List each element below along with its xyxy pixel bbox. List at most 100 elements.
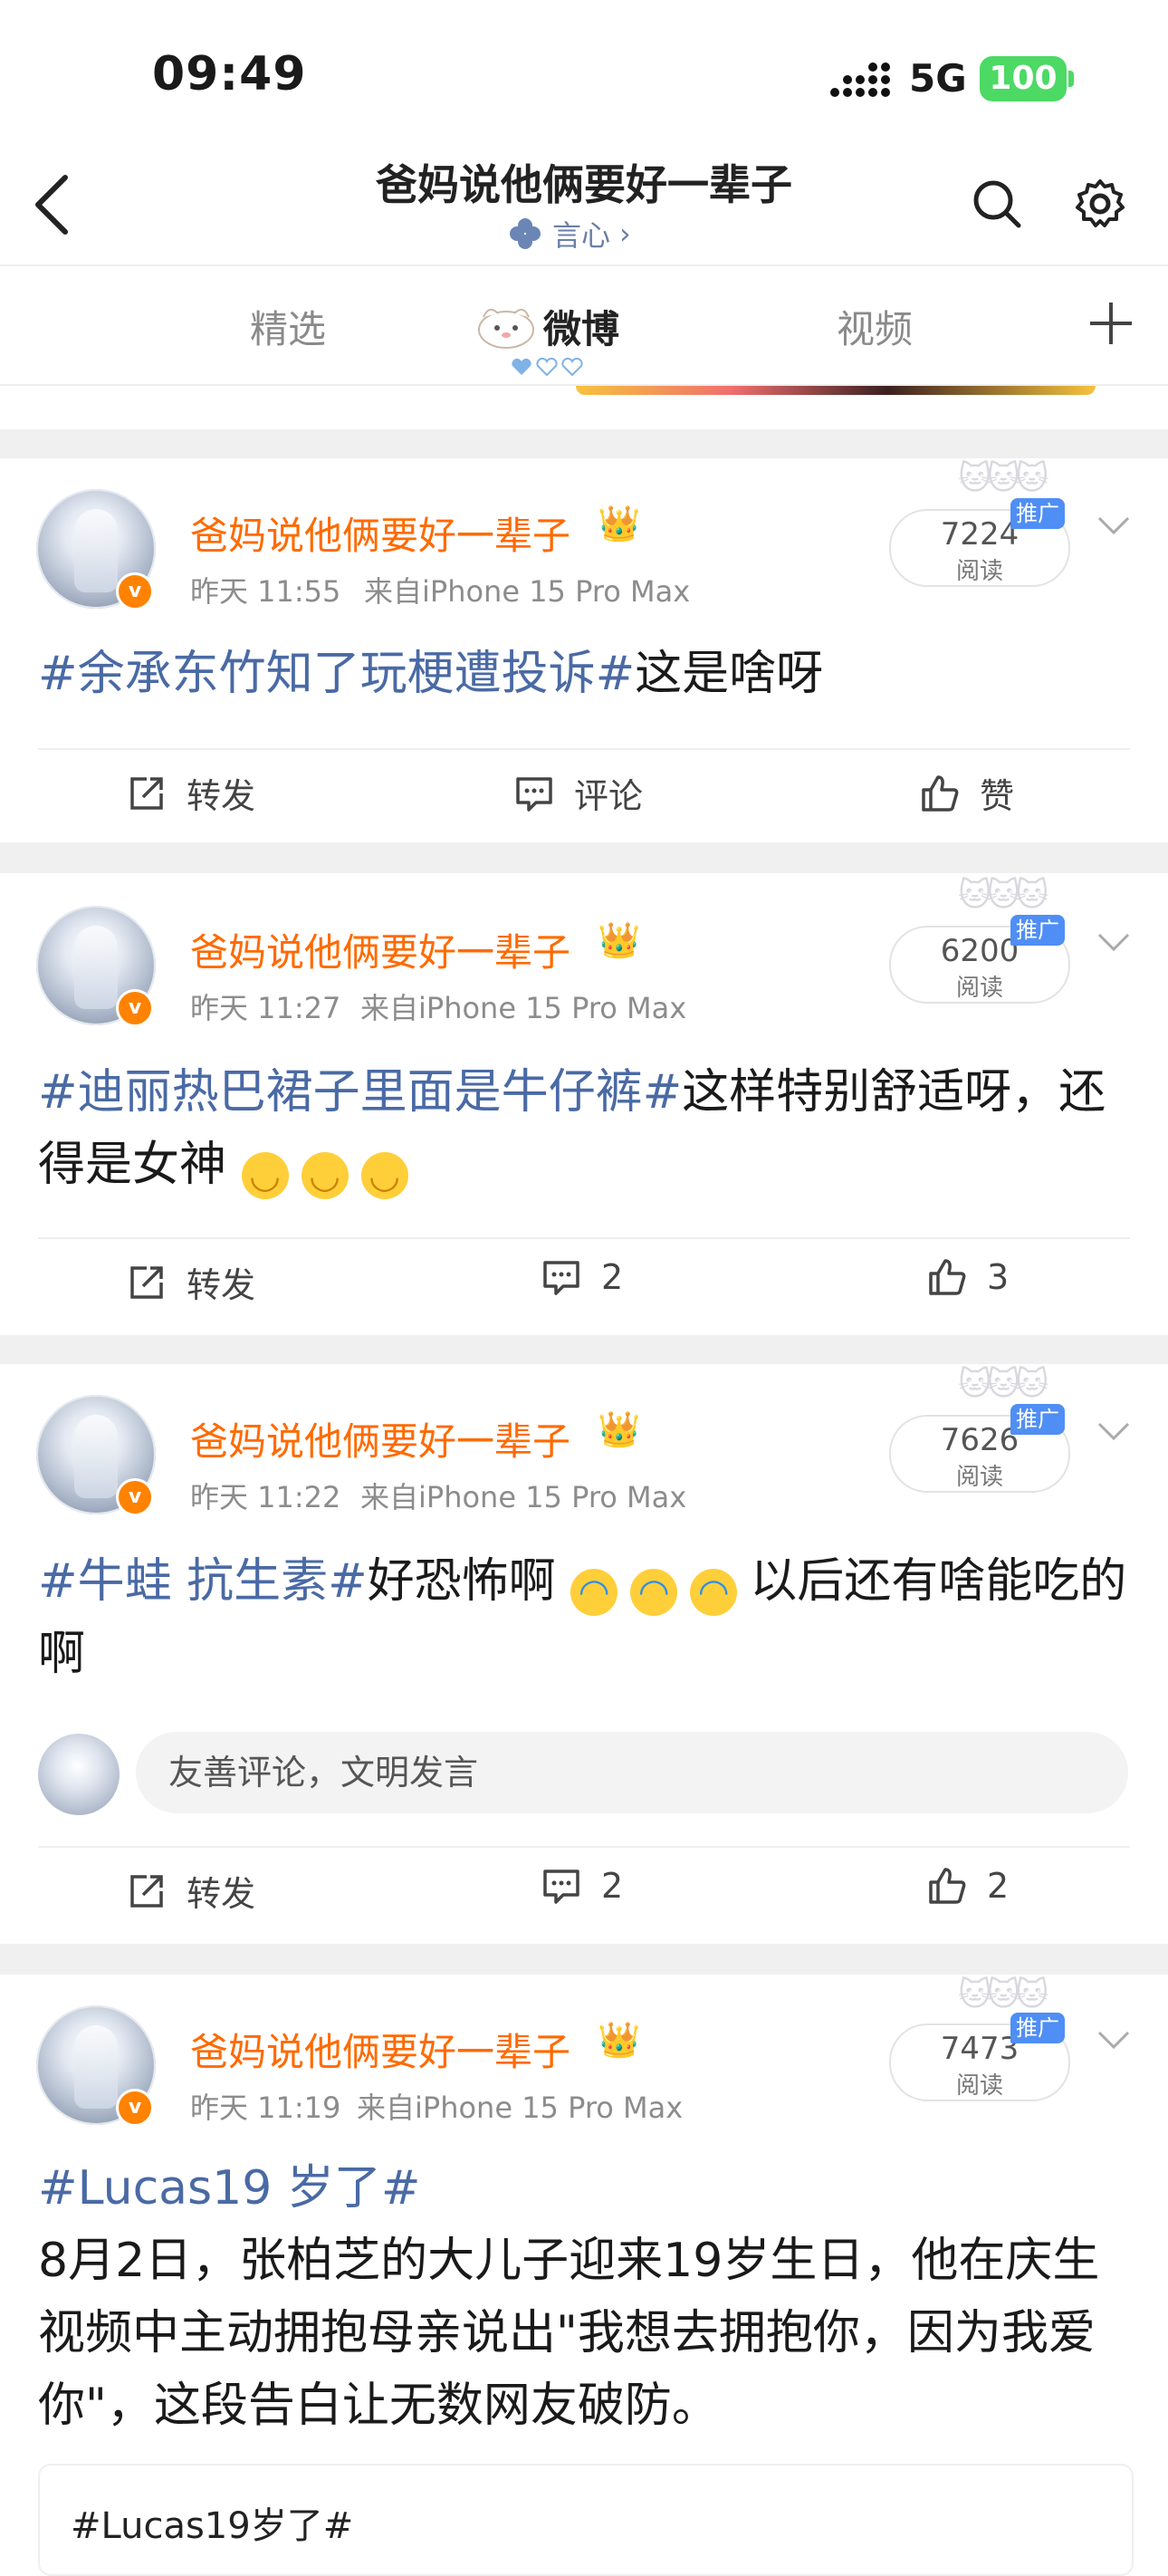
battery-tip: [1068, 71, 1074, 87]
promo-mascot-icon: 🐱🐱🐱: [958, 1976, 1049, 2014]
promo-badge: 推广: [1010, 1404, 1065, 1435]
like-button[interactable]: 2: [927, 1866, 1009, 1906]
status-time: 09:49: [152, 47, 307, 101]
back-icon[interactable]: [25, 170, 80, 239]
post-divider: [38, 748, 1130, 750]
crying-emoji-icon: ◠: [570, 1569, 618, 1616]
repost-label: 转发: [187, 1265, 256, 1305]
crown-icon: 👑: [598, 920, 641, 960]
tab-featured[interactable]: 精选: [250, 299, 326, 354]
read-label: 阅读: [955, 558, 1003, 585]
chevron-right-icon: ›: [619, 216, 631, 251]
post-2-avatar-wrap[interactable]: v: [36, 906, 156, 1027]
post-content[interactable]: #Lucas19 岁了# 8月2日，张柏芝的大儿子迎来19岁生日，他在庆生视频中…: [38, 2152, 1134, 2442]
comment-button[interactable]: 评论: [514, 768, 643, 818]
read-label: 阅读: [955, 1464, 1003, 1491]
thumbs-up-icon: [929, 1259, 966, 1295]
repost-label: 转发: [187, 776, 256, 816]
post-content[interactable]: #余承东竹知了玩梗遭投诉#这是啥呀: [38, 638, 1134, 710]
previous-post-image[interactable]: [576, 386, 1096, 395]
feed-gap: [0, 1944, 1168, 1975]
post-divider: [38, 1846, 1130, 1848]
supertopic-link[interactable]: 言心 ›: [507, 214, 631, 254]
gear-icon[interactable]: [1074, 178, 1126, 230]
feed-gap: [0, 429, 1168, 458]
repost-icon: [130, 1265, 163, 1299]
post-source: 来自iPhone 15 Pro Max: [360, 1480, 687, 1514]
post-username[interactable]: 爸妈说他俩要好一辈子: [190, 922, 570, 977]
header-divider: [0, 264, 1168, 266]
topic-card-title: #Lucas19岁了#: [71, 2505, 354, 2547]
crown-icon: 👑: [598, 2020, 641, 2060]
feed-gap: [0, 842, 1168, 873]
tab-weibo[interactable]: 微博: [543, 299, 619, 354]
tab-video[interactable]: 视频: [837, 299, 913, 354]
pray-emoji-icon: ◡: [241, 1152, 289, 1199]
post-text: 这是啥呀: [635, 647, 824, 701]
battery-icon: 100: [980, 56, 1067, 101]
thumbs-up-icon: [929, 1868, 966, 1904]
chevron-down-icon[interactable]: [1096, 929, 1132, 956]
verified-badge-icon: v: [116, 2089, 154, 2127]
post-hashtag[interactable]: #Lucas19 岁了#: [38, 2152, 1134, 2225]
pray-emoji-icon: ◡: [360, 1152, 408, 1199]
post-4-avatar-wrap[interactable]: v: [36, 2005, 156, 2127]
read-label: 阅读: [955, 975, 1003, 1002]
post-time: 昨天 11:22: [190, 1480, 341, 1514]
search-icon[interactable]: [971, 178, 1023, 230]
chevron-down-icon[interactable]: [1096, 2027, 1132, 2054]
comment-count: 2: [601, 1257, 624, 1297]
page-title: 爸妈说他俩要好一辈子: [376, 160, 792, 209]
post-hashtag[interactable]: #余承东竹知了玩梗遭投诉#: [38, 647, 635, 701]
chevron-down-icon[interactable]: [1096, 513, 1132, 540]
repost-label: 转发: [187, 1874, 256, 1914]
chevron-down-icon[interactable]: [1096, 1418, 1132, 1446]
repost-icon: [130, 776, 163, 810]
crying-emoji-icon: ◠: [690, 1569, 738, 1616]
promo-badge: 推广: [1010, 2013, 1065, 2043]
thumbs-up-icon: [922, 774, 959, 812]
subtitle-label: 言心: [552, 218, 611, 253]
comment-icon: [543, 1870, 579, 1904]
post-username[interactable]: 爸妈说他俩要好一辈子: [190, 505, 570, 561]
comment-button[interactable]: 2: [541, 1257, 623, 1297]
pray-emoji-icon: ◡: [301, 1152, 349, 1199]
post-username[interactable]: 爸妈说他俩要好一辈子: [190, 2022, 570, 2077]
like-button[interactable]: 3: [927, 1257, 1009, 1297]
post-hashtag[interactable]: #牛蛙 抗生素#: [38, 1554, 368, 1609]
read-label: 阅读: [955, 2072, 1003, 2100]
repost-button[interactable]: 转发: [127, 1257, 255, 1307]
feed-gap: [0, 1335, 1168, 1364]
crown-icon: 👑: [598, 504, 641, 543]
post-3-avatar-wrap[interactable]: v: [36, 1395, 156, 1516]
comment-input[interactable]: 友善评论，文明发言: [136, 1732, 1128, 1813]
post-hashtag[interactable]: #迪丽热巴裙子里面是牛仔裤#: [38, 1065, 682, 1120]
post-username[interactable]: 爸妈说他俩要好一辈子: [190, 1411, 570, 1466]
post-time: 昨天 11:27: [190, 991, 341, 1025]
comment-icon: [543, 1261, 579, 1295]
repost-icon: [130, 1874, 163, 1908]
post-source: 来自iPhone 15 Pro Max: [357, 2091, 684, 2125]
promo-mascot-icon: 🐱🐱🐱: [958, 877, 1049, 914]
post-1-avatar-wrap[interactable]: v: [36, 489, 156, 610]
promo-mascot-icon: 🐱🐱🐱: [958, 460, 1049, 497]
post-content[interactable]: #牛蛙 抗生素#好恐怖啊 ◠ ◠ ◠ 以后还有啥能吃的啊: [38, 1545, 1134, 1690]
post-text: 8月2日，张柏芝的大儿子迎来19岁生日，他在庆生视频中主动拥抱母亲说出"我想去拥…: [38, 2234, 1100, 2433]
post-source: 来自iPhone 15 Pro Max: [360, 991, 687, 1025]
post-text: 好恐怖啊: [367, 1554, 556, 1609]
promo-badge: 推广: [1010, 915, 1065, 946]
tab-active-indicator: [512, 357, 583, 377]
comment-icon: [516, 776, 552, 812]
like-button[interactable]: 赞: [920, 768, 1014, 818]
comment-button[interactable]: 2: [541, 1866, 623, 1906]
repost-button[interactable]: 转发: [127, 1866, 255, 1916]
comment-count: 2: [601, 1866, 624, 1906]
verified-badge-icon: v: [116, 1478, 154, 1516]
like-count: 3: [987, 1257, 1010, 1297]
verified-badge-icon: v: [116, 572, 154, 610]
repost-button[interactable]: 转发: [127, 768, 255, 818]
post-content[interactable]: #迪丽热巴裙子里面是牛仔裤#这样特别舒适呀，还得是女神 ◡ ◡ ◡: [38, 1056, 1134, 1201]
crying-emoji-icon: ◠: [630, 1569, 678, 1616]
plus-icon[interactable]: [1085, 297, 1137, 350]
verified-badge-icon: v: [116, 989, 154, 1027]
